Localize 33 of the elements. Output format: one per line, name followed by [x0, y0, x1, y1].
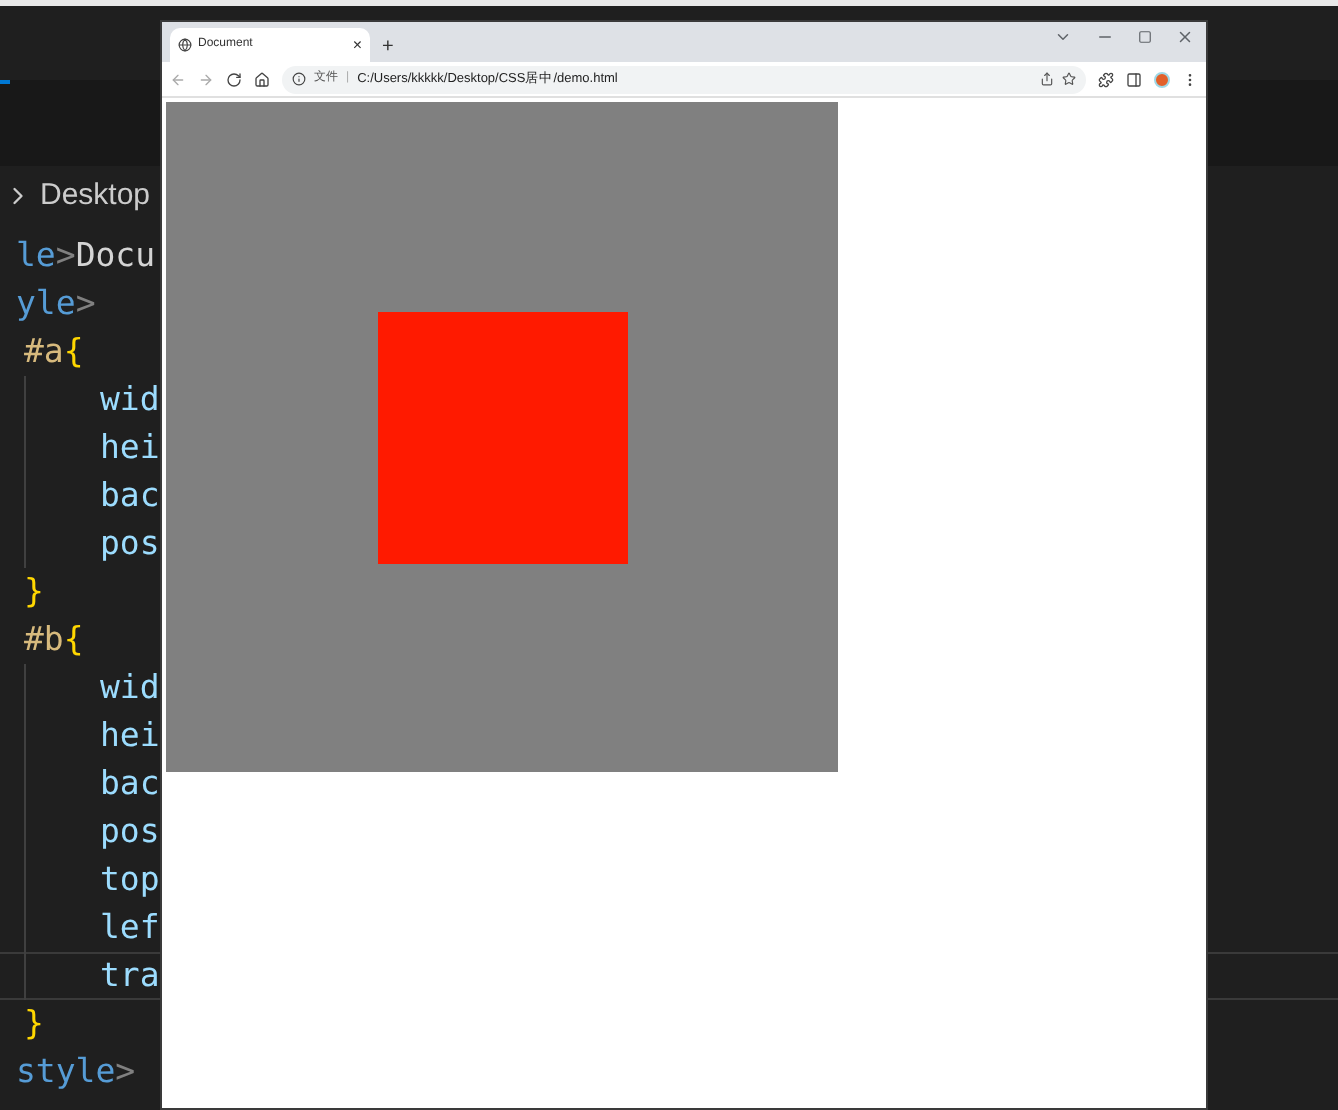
code-line: }: [24, 1001, 44, 1046]
profile-avatar[interactable]: [1154, 71, 1170, 87]
star-icon[interactable]: [1062, 72, 1076, 86]
side-panel-icon[interactable]: [1126, 71, 1142, 87]
code-line: bac: [100, 761, 160, 806]
code-line: bac: [100, 473, 160, 518]
info-icon: [292, 72, 306, 86]
globe-icon: [178, 38, 192, 52]
code-line: pos: [100, 521, 160, 566]
code-line: #b{: [24, 617, 84, 662]
code-line: hei: [100, 425, 160, 470]
code-line: #a{: [24, 329, 84, 374]
extensions-icon[interactable]: [1098, 71, 1114, 87]
close-tab-button[interactable]: ×: [352, 37, 362, 53]
code-line: top: [100, 857, 160, 902]
code-line: wid: [100, 665, 160, 710]
breadcrumb-item[interactable]: Desktop: [40, 173, 151, 219]
share-icon[interactable]: [1040, 72, 1054, 86]
code-line: pos: [100, 809, 160, 854]
maximize-icon[interactable]: [1138, 30, 1152, 44]
code-line: style>: [16, 1049, 136, 1094]
code-line: tra: [100, 953, 160, 998]
code-line: yle>: [16, 281, 96, 326]
chevron-down-icon[interactable]: [1054, 28, 1072, 46]
code-line: wid: [100, 377, 160, 422]
code-line: lef: [100, 905, 160, 950]
code-line: hei: [100, 713, 160, 758]
close-icon[interactable]: [1176, 28, 1194, 46]
code-line: le>Docu: [16, 233, 156, 278]
home-icon[interactable]: [254, 71, 270, 87]
new-tab-button[interactable]: +: [382, 38, 394, 58]
reload-icon[interactable]: [226, 71, 242, 87]
code-line: }: [24, 569, 44, 614]
